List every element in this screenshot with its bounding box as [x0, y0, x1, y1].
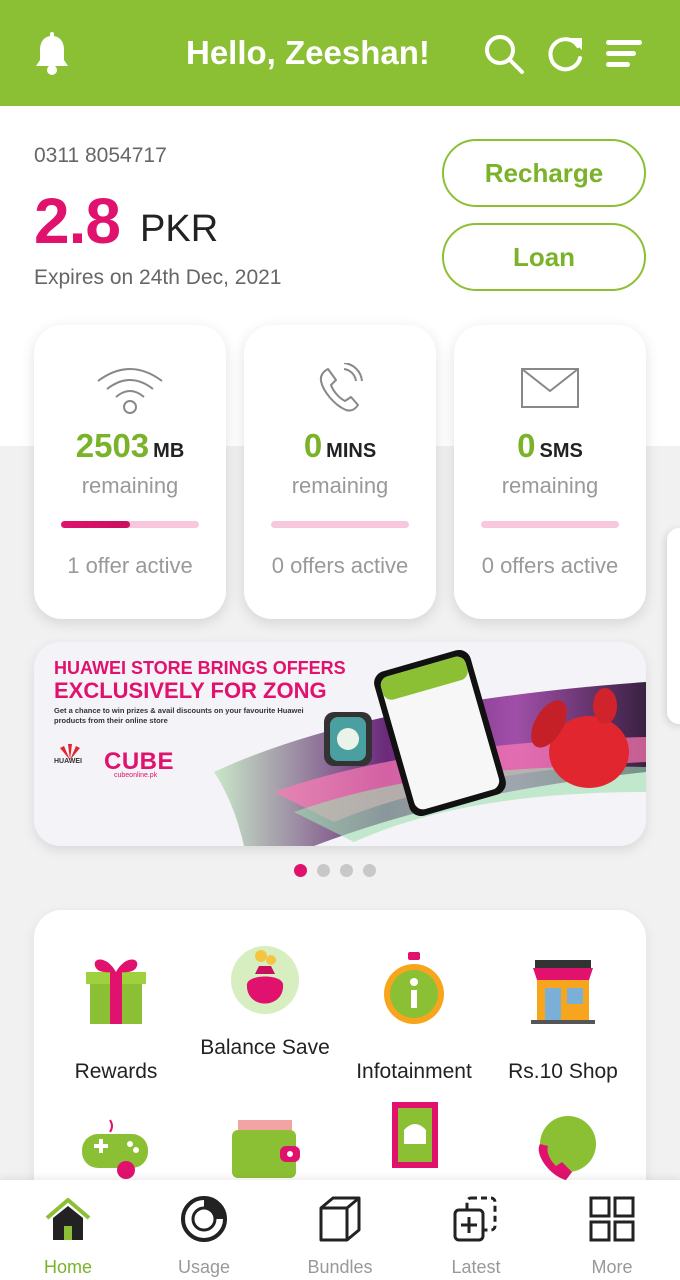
sms-remaining-label: remaining [501, 473, 599, 498]
gift-icon [86, 959, 146, 1024]
minutes-remaining-label: remaining [291, 473, 389, 498]
nav-label: Home [43, 1257, 92, 1277]
home-icon [45, 1198, 91, 1240]
service-infotainment[interactable]: Infotainment [339, 950, 489, 1085]
sms-progress-bar [481, 521, 619, 528]
minutes-offers-count: 0 offers active [271, 553, 409, 578]
pagination-dot[interactable] [363, 864, 376, 877]
shop-icon [531, 960, 595, 1024]
stopwatch-info-icon [384, 952, 444, 1024]
service-label: Balance Save [200, 1036, 330, 1059]
pagination-dot[interactable] [317, 864, 330, 877]
service-label: Rs.10 Shop [508, 1060, 618, 1083]
side-drawer-tab[interactable] [667, 528, 680, 724]
pagination-dot[interactable] [340, 864, 353, 877]
data-offers-count: 1 offer active [67, 553, 193, 578]
sms-usage-card[interactable]: 0 SMS remaining 0 offers active [454, 325, 646, 619]
latest-add-icon [453, 1196, 497, 1242]
box-icon [319, 1196, 361, 1242]
recharge-button[interactable]: Recharge [442, 139, 646, 207]
wallet-icon[interactable] [230, 1116, 302, 1180]
minutes-remaining-value: 0 [303, 427, 323, 464]
pagination-dot[interactable] [294, 864, 307, 877]
data-unit: MB [153, 440, 185, 462]
gamepad-icon[interactable] [80, 1116, 150, 1180]
data-remaining-value: 2503 [75, 427, 150, 464]
wifi-icon [97, 368, 163, 414]
service-balance-save[interactable]: Balance Save [190, 940, 340, 1061]
data-progress-bar [61, 521, 199, 528]
minutes-unit: MINS [326, 440, 377, 462]
balance-amount: 2.8 [34, 185, 121, 257]
loan-button[interactable]: Loan [442, 223, 646, 291]
international-call-icon[interactable] [526, 1114, 600, 1186]
huawei-brand-text: HUAWEI [54, 758, 82, 765]
promo-banner[interactable]: HUAWEI STORE BRINGS OFFERS EXCLUSIVELY F… [34, 642, 646, 846]
nav-latest[interactable]: Latest [426, 1194, 526, 1278]
prayer-mat-icon[interactable] [390, 1100, 440, 1170]
balance-expiry: Expires on 24th Dec, 2021 [34, 266, 282, 289]
nav-label: Usage [177, 1257, 231, 1277]
data-remaining-label: remaining [81, 473, 179, 498]
cube-url-text: cubeonline.pk [114, 772, 158, 779]
service-label: Infotainment [356, 1060, 472, 1083]
sms-unit: SMS [539, 440, 583, 462]
refresh-icon[interactable] [544, 32, 588, 76]
phone-call-icon [319, 363, 363, 412]
balance-currency: PKR [140, 208, 219, 250]
minutes-usage-card[interactable]: 0 MINS remaining 0 offers active [244, 325, 436, 619]
nav-label: More [591, 1257, 633, 1277]
grid-icon [589, 1196, 635, 1242]
nav-bundles[interactable]: Bundles [290, 1194, 390, 1278]
banner-headline-1: HUAWEI STORE BRINGS OFFERS [54, 658, 346, 678]
nav-label: Latest [451, 1257, 501, 1277]
app-header: Hello, Zeeshan! [0, 0, 680, 106]
banner-headline-2: EXCLUSIVELY FOR ZONG [54, 678, 327, 703]
phone-number: 0311 8054717 [34, 144, 167, 167]
sms-offers-count: 0 offers active [481, 553, 619, 578]
menu-icon[interactable] [602, 32, 646, 76]
greeting-title: Hello, Zeeshan! [186, 34, 430, 71]
bell-icon[interactable] [34, 32, 70, 76]
search-icon[interactable] [482, 32, 526, 76]
service-label: Rewards [74, 1060, 158, 1083]
nav-usage[interactable]: Usage [154, 1194, 254, 1278]
service-rs10-shop[interactable]: Rs.10 Shop [488, 950, 638, 1085]
nav-more[interactable]: More [562, 1194, 662, 1278]
minutes-progress-bar [271, 521, 409, 528]
usage-chart-icon [181, 1196, 227, 1242]
nav-home[interactable]: Home [18, 1194, 118, 1278]
envelope-icon [521, 368, 579, 408]
nav-label: Bundles [307, 1257, 373, 1277]
data-usage-card[interactable]: 2503 MB remaining 1 offer active [34, 325, 226, 619]
banner-pagination [294, 864, 376, 877]
sms-remaining-value: 0 [517, 427, 536, 464]
money-bag-icon [231, 946, 299, 1014]
banner-subtext: Get a chance to win prizes & avail disco… [54, 706, 304, 725]
service-rewards[interactable]: Rewards [41, 950, 191, 1085]
bottom-navigation: Home Usage Bundles Latest More [0, 1180, 680, 1280]
